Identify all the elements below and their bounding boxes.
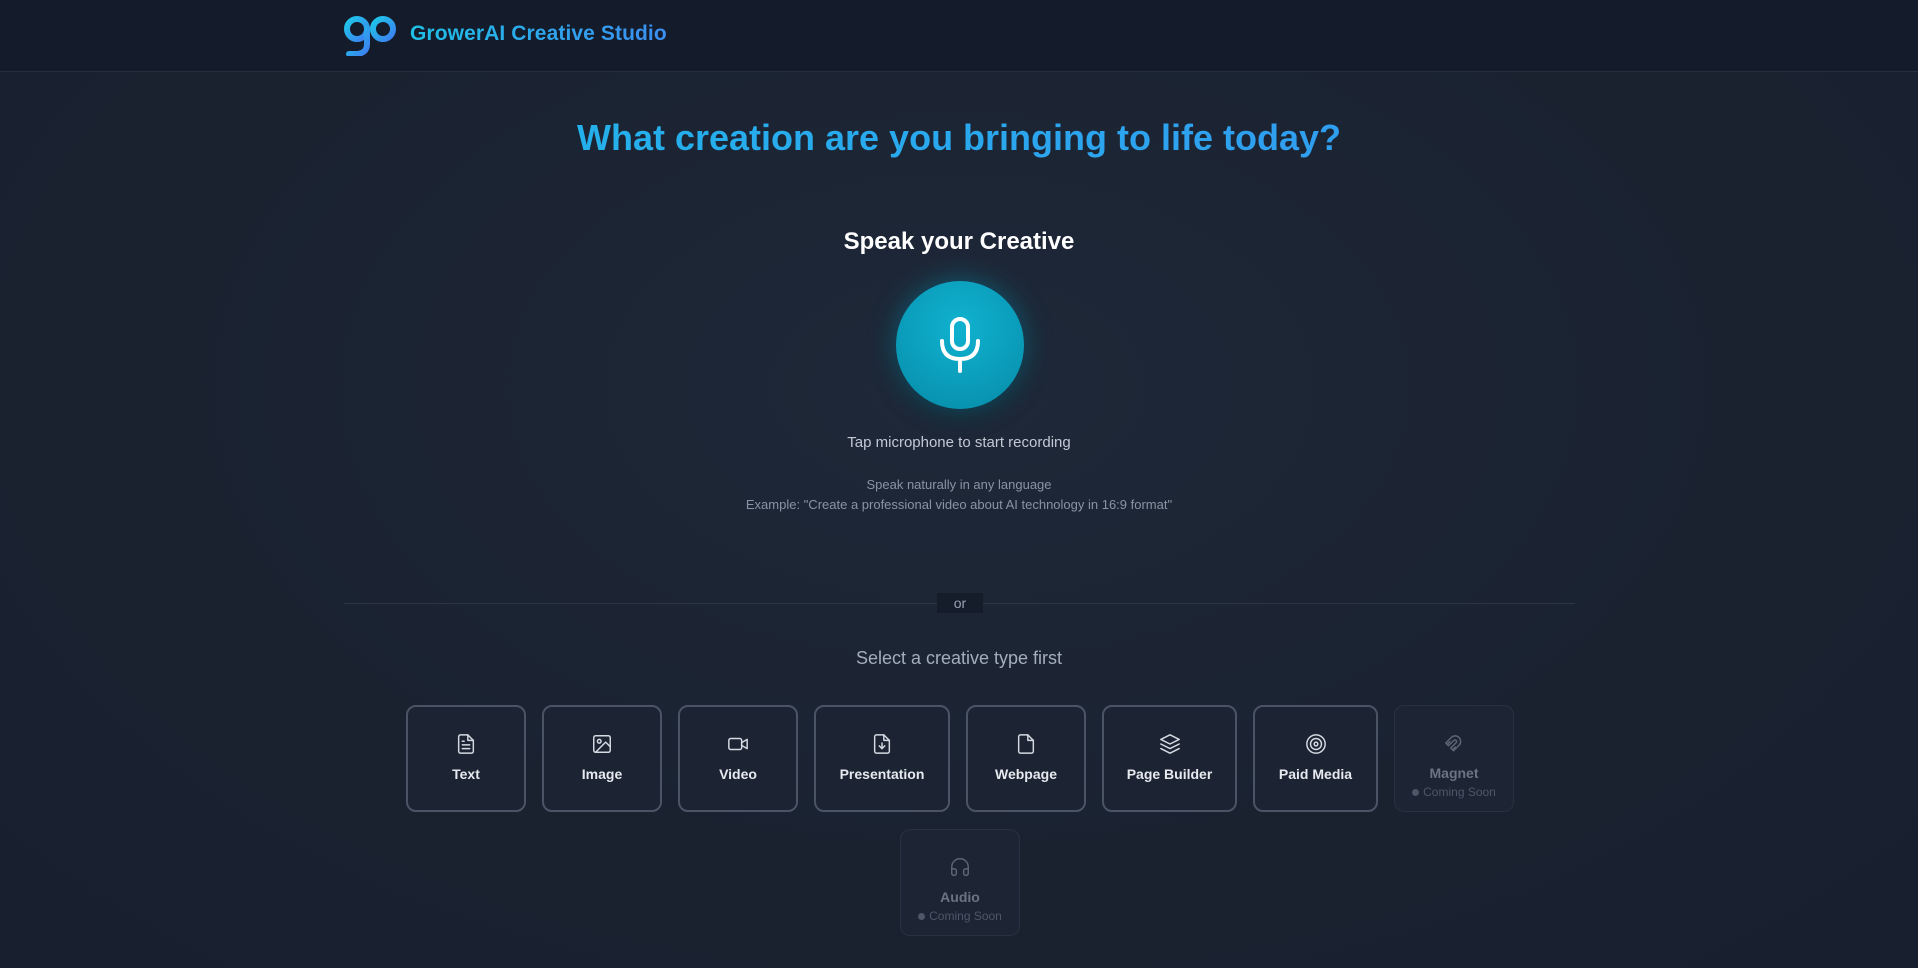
voice-section-title: Speak your Creative bbox=[843, 228, 1075, 255]
headphones-icon bbox=[951, 858, 969, 876]
magnet-icon bbox=[1445, 735, 1462, 752]
brand-title: GrowerAI Creative Studio bbox=[410, 22, 667, 45]
creative-type-heading: Select a creative type first bbox=[855, 648, 1063, 668]
creative-type-page-builder[interactable]: Page Builder bbox=[1102, 705, 1237, 812]
creative-type-label: Paid Media bbox=[1278, 766, 1353, 782]
creative-type-text[interactable]: Text bbox=[406, 705, 526, 812]
or-divider-label: or bbox=[937, 593, 983, 613]
image-icon bbox=[593, 735, 611, 753]
creative-type-video[interactable]: Video bbox=[678, 705, 798, 812]
creative-type-label: Magnet bbox=[1429, 765, 1479, 781]
top-bar: GrowerAI Creative Studio bbox=[0, 0, 1918, 72]
microphone-button[interactable] bbox=[896, 281, 1024, 409]
file-icon bbox=[1017, 734, 1035, 754]
example-hint: Example: "Create a professional video ab… bbox=[745, 497, 1173, 512]
creative-type-audio: Audio Coming Soon bbox=[900, 829, 1020, 936]
creative-type-label: Webpage bbox=[995, 766, 1057, 782]
coming-soon-badge: Coming Soon bbox=[901, 909, 1019, 923]
creative-type-magnet: Magnet Coming Soon bbox=[1394, 705, 1514, 812]
layers-icon bbox=[1159, 734, 1180, 754]
gp-logo-icon[interactable] bbox=[343, 14, 399, 56]
document-text-icon bbox=[457, 734, 475, 754]
tap-instruction: Tap microphone to start recording bbox=[847, 434, 1071, 451]
language-hint: Speak naturally in any language bbox=[866, 477, 1052, 492]
microphone-icon bbox=[940, 317, 980, 373]
creative-type-label: Audio bbox=[940, 889, 980, 905]
creative-type-label: Image bbox=[581, 766, 623, 782]
creative-type-label: Text bbox=[452, 766, 480, 782]
creative-type-label: Presentation bbox=[839, 766, 925, 782]
creative-type-paid-media[interactable]: Paid Media bbox=[1253, 705, 1378, 812]
video-camera-icon bbox=[728, 737, 748, 751]
target-icon bbox=[1305, 734, 1326, 754]
creative-type-presentation[interactable]: Presentation bbox=[814, 705, 950, 812]
creative-type-image[interactable]: Image bbox=[542, 705, 662, 812]
coming-soon-badge: Coming Soon bbox=[1395, 785, 1513, 799]
creative-type-label: Video bbox=[719, 766, 757, 782]
page-headline: What creation are you bringing to life t… bbox=[0, 117, 1918, 159]
file-download-icon bbox=[873, 734, 891, 754]
creative-type-webpage[interactable]: Webpage bbox=[966, 705, 1086, 812]
creative-type-label: Page Builder bbox=[1126, 766, 1213, 782]
